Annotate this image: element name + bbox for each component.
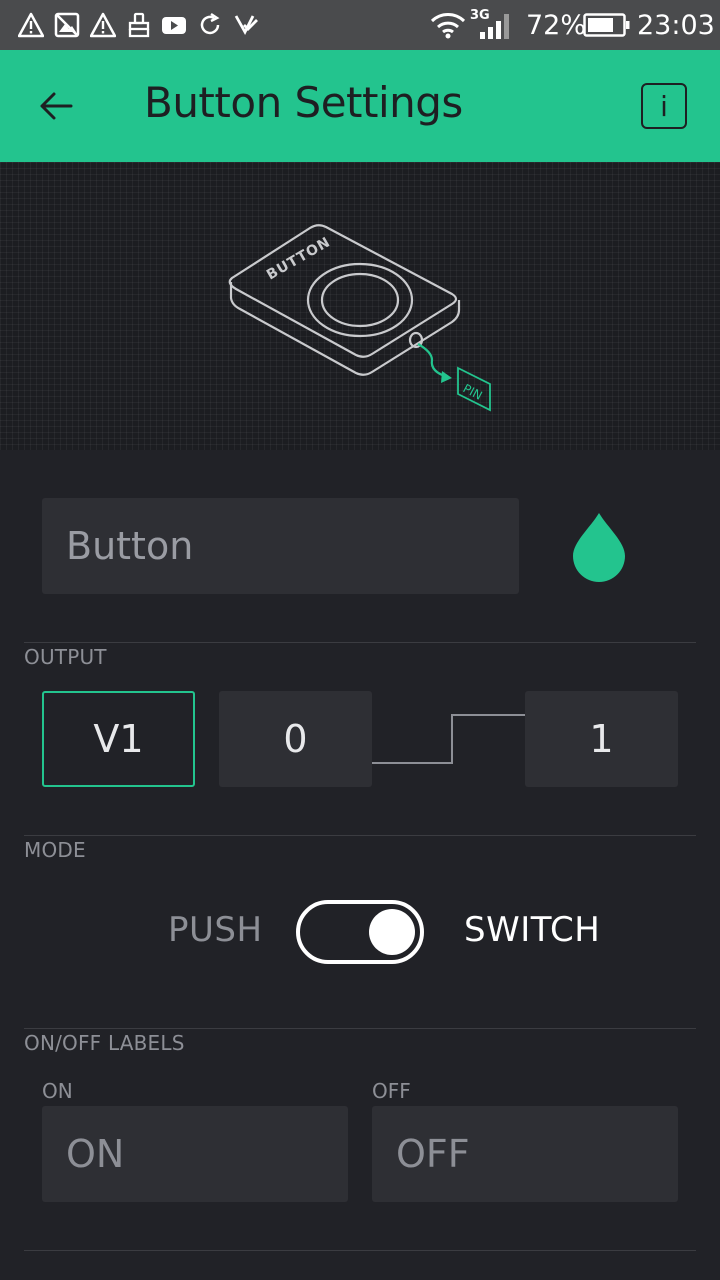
divider <box>24 1250 696 1251</box>
arrow-back-icon <box>40 92 73 120</box>
pin-label: PIN <box>461 381 485 403</box>
divider <box>24 1028 696 1029</box>
divider <box>24 835 696 836</box>
mode-section-label: MODE <box>24 838 86 862</box>
toggle-knob <box>369 909 415 955</box>
signal-icon <box>480 14 509 39</box>
mode-switch-label[interactable]: SWITCH <box>464 910 600 950</box>
off-label-input[interactable]: OFF <box>372 1106 678 1202</box>
off-label-caption: OFF <box>372 1079 411 1103</box>
download-check-icon <box>234 15 258 35</box>
widget-name-input[interactable]: Button <box>42 498 519 594</box>
back-button[interactable] <box>26 76 86 136</box>
battery-percent: 72% <box>526 9 587 41</box>
youtube-icon <box>162 17 186 34</box>
mode-push-label[interactable]: PUSH <box>168 910 263 950</box>
clock: 23:03 <box>637 9 715 41</box>
widget-illustration: BUTTON PIN <box>0 162 720 450</box>
divider <box>24 642 696 643</box>
wifi-icon <box>430 13 466 39</box>
output-low-value[interactable]: 0 <box>219 691 372 787</box>
warning-icon <box>90 12 116 38</box>
on-label-input[interactable]: ON <box>42 1106 348 1202</box>
output-section-label: OUTPUT <box>24 645 107 669</box>
sync-icon <box>200 12 220 35</box>
image-off-icon <box>54 12 80 38</box>
app-bar: Button Settings i <box>0 50 720 162</box>
page-title: Button Settings <box>144 78 463 127</box>
output-high-value[interactable]: 1 <box>525 691 678 787</box>
mode-toggle[interactable] <box>296 900 424 964</box>
battery-icon <box>583 13 630 37</box>
info-button[interactable]: i <box>641 83 687 129</box>
color-picker-drop-icon[interactable] <box>568 510 630 582</box>
device-label: BUTTON <box>264 234 334 283</box>
pulse-graphic <box>372 714 525 764</box>
pin-selector-button[interactable]: V1 <box>42 691 195 787</box>
button-device-illustration: BUTTON PIN <box>228 224 491 412</box>
on-label-caption: ON <box>42 1079 73 1103</box>
status-bar: 3G 72% 23:03 <box>0 0 720 50</box>
warning-icon <box>18 12 44 38</box>
labels-section-label: ON/OFF LABELS <box>24 1031 185 1055</box>
brush-icon <box>128 12 150 38</box>
